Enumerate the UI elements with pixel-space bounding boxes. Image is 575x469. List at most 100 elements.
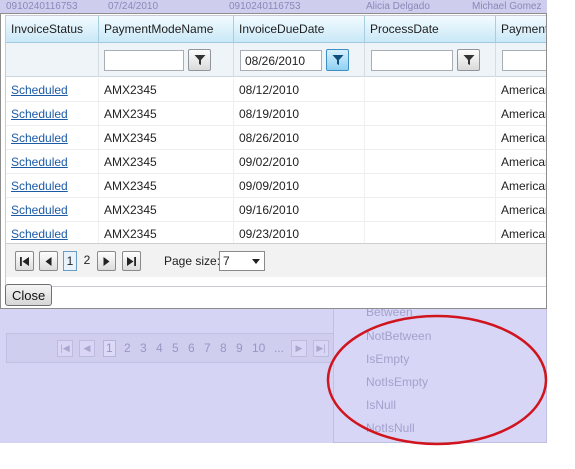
process-date-filter-input[interactable]: [371, 50, 453, 71]
due-date-cell: 08/26/2010: [234, 126, 365, 150]
filter-cell-invoice-due-date: [234, 43, 365, 77]
payment-mode-cell: American Express: [496, 78, 546, 102]
page-size-value: 7: [223, 254, 230, 268]
payment-mode-cell: American Express: [496, 150, 546, 174]
status-link[interactable]: Scheduled: [11, 203, 68, 217]
due-date-cell: 09/02/2010: [234, 150, 365, 174]
next-page-button[interactable]: [97, 251, 116, 271]
payment-mode-cell: American Express: [496, 102, 546, 126]
background-page-number: 9: [236, 341, 243, 355]
filter-icon: [463, 55, 475, 65]
chevron-down-icon: [252, 259, 260, 264]
background-page-number: 4: [156, 341, 163, 355]
payment-mode-name-cell: AMX2345: [99, 150, 234, 174]
column-header-invoice-due-date[interactable]: InvoiceDueDate: [234, 16, 365, 43]
background-cell: Michael Gomez: [472, 1, 542, 12]
payment-mode-name-filter-input[interactable]: [104, 50, 184, 71]
background-grid-row: 0910240116753 07/24/2010 0910240116753 A…: [0, 0, 547, 13]
background-page-number: 7: [204, 341, 211, 355]
background-page-number: 3: [140, 341, 147, 355]
background-page-number: 2: [124, 341, 131, 355]
column-header-invoice-status[interactable]: InvoiceStatus: [6, 16, 99, 43]
close-button[interactable]: Close: [5, 284, 52, 306]
column-header-process-date[interactable]: ProcessDate: [365, 16, 496, 43]
grid-pager: 1 2 Page size: 7: [6, 243, 546, 277]
filter-cell-payment-mode: [496, 43, 546, 77]
filter-menu-option: IsNull: [366, 398, 397, 412]
invoice-grid: InvoiceStatus PaymentModeName InvoiceDue…: [5, 15, 546, 287]
background-cell: Alicia Delgado: [366, 1, 430, 12]
column-header-payment-mode[interactable]: PaymentMode: [496, 16, 546, 43]
payment-mode-name-cell: AMX2345: [99, 174, 234, 198]
payment-mode-name-cell: AMX2345: [99, 78, 234, 102]
status-cell: Scheduled: [6, 126, 99, 150]
table-row: Scheduled AMX2345 09/09/2010 American Ex…: [6, 174, 546, 198]
status-link[interactable]: Scheduled: [11, 227, 68, 241]
process-date-cell: [365, 150, 496, 174]
table-row: Scheduled AMX2345 08/26/2010 American Ex…: [6, 126, 546, 150]
status-link[interactable]: Scheduled: [11, 155, 68, 169]
grid-header: InvoiceStatus PaymentModeName InvoiceDue…: [6, 16, 546, 43]
next-page-icon: [103, 257, 110, 266]
previous-page-icon: [45, 257, 52, 266]
filter-cell-payment-mode-name: [99, 43, 234, 77]
payment-mode-name-cell: AMX2345: [99, 102, 234, 126]
process-date-filter-button[interactable]: [457, 49, 480, 71]
status-cell: Scheduled: [6, 198, 99, 222]
background-page-number: 5: [172, 341, 179, 355]
filter-row: [6, 43, 546, 77]
filter-menu-option: IsEmpty: [366, 352, 410, 366]
page-size-select[interactable]: 7: [219, 251, 265, 271]
payment-mode-filter-input[interactable]: [502, 50, 546, 71]
payment-mode-cell: American Express: [496, 174, 546, 198]
filter-operator-menu: Between NotBetween IsEmpty NotIsEmpty Is…: [333, 300, 547, 443]
filter-cell-invoice-status: [6, 43, 99, 77]
due-date-cell: 08/19/2010: [234, 102, 365, 126]
status-link[interactable]: Scheduled: [11, 83, 68, 97]
process-date-cell: [365, 198, 496, 222]
background-page-number: 10: [252, 341, 266, 355]
filter-menu-option: NotIsNull: [366, 421, 415, 435]
table-row: Scheduled AMX2345 09/16/2010 American Ex…: [6, 198, 546, 222]
status-cell: Scheduled: [6, 102, 99, 126]
last-page-icon: [127, 257, 136, 266]
first-page-button[interactable]: [15, 251, 34, 271]
background-cell: 07/24/2010: [108, 1, 159, 12]
process-date-cell: [365, 102, 496, 126]
background-pager: |◀ ◀ 1 2 3 4 5 6 7 8 9 10 ... ▶ ▶|: [6, 333, 336, 363]
invoice-dialog: InvoiceStatus PaymentModeName InvoiceDue…: [0, 13, 547, 309]
status-cell: Scheduled: [6, 150, 99, 174]
background-cell: 0910240116753: [6, 1, 78, 12]
page-number-current[interactable]: 1: [63, 251, 77, 271]
filter-menu-option: NotIsEmpty: [366, 375, 429, 389]
table-row: Scheduled AMX2345 08/12/2010 American Ex…: [6, 78, 546, 102]
background-page-number: ...: [274, 341, 285, 355]
previous-page-button[interactable]: [39, 251, 58, 271]
status-cell: Scheduled: [6, 78, 99, 102]
next-page-icon: ▶: [291, 340, 307, 357]
invoice-due-date-filter-button[interactable]: [326, 49, 349, 71]
payment-mode-cell: American Express: [496, 126, 546, 150]
payment-mode-name-cell: AMX2345: [99, 126, 234, 150]
table-row: Scheduled AMX2345 09/02/2010 American Ex…: [6, 150, 546, 174]
prev-page-icon: ◀: [79, 340, 95, 357]
last-page-icon: ▶|: [313, 340, 329, 357]
payment-mode-name-filter-button[interactable]: [188, 49, 211, 71]
background-page-number: 8: [220, 341, 227, 355]
page-number[interactable]: 2: [81, 251, 93, 271]
status-link[interactable]: Scheduled: [11, 179, 68, 193]
process-date-cell: [365, 126, 496, 150]
status-link[interactable]: Scheduled: [11, 131, 68, 145]
filter-cell-process-date: [365, 43, 496, 77]
filter-icon: [332, 55, 344, 65]
page-size-label: Page size:: [164, 254, 221, 268]
last-page-button[interactable]: [122, 251, 141, 271]
payment-mode-name-cell: AMX2345: [99, 198, 234, 222]
first-page-icon: |◀: [57, 340, 73, 357]
payment-mode-cell: American Express: [496, 198, 546, 222]
invoice-due-date-filter-input[interactable]: [240, 50, 322, 71]
status-cell: Scheduled: [6, 174, 99, 198]
status-link[interactable]: Scheduled: [11, 107, 68, 121]
column-header-payment-mode-name[interactable]: PaymentModeName: [99, 16, 234, 43]
background-page-number: 1: [103, 340, 116, 357]
